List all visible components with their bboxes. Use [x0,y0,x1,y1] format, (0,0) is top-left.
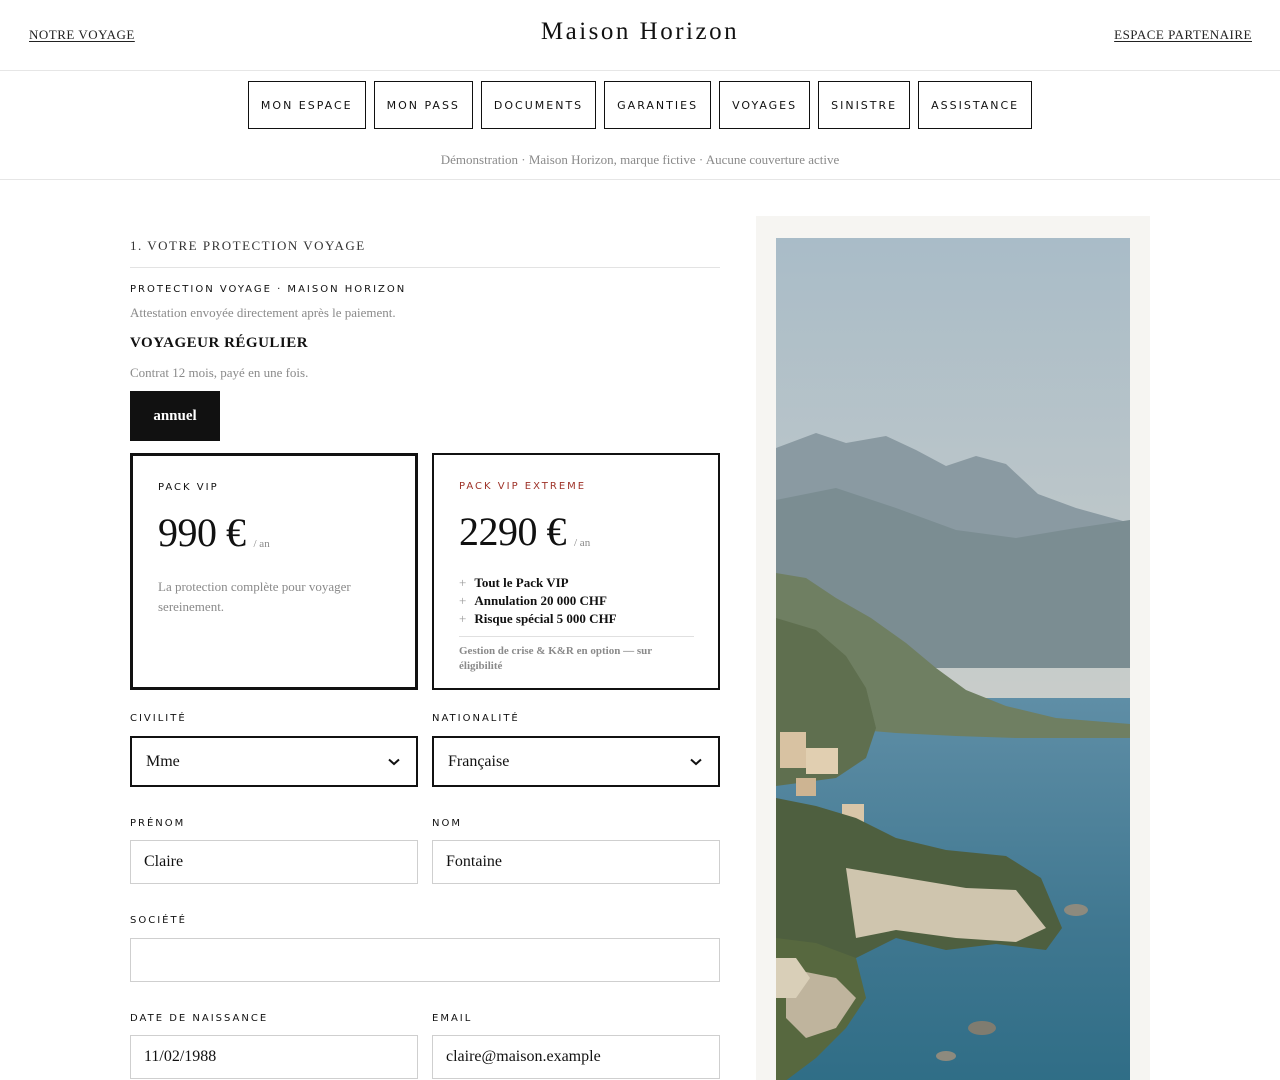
pack-vip-extreme-card[interactable]: PACK VIP EXTREME 2290 € / an + Tout le Pa… [432,453,720,690]
civilite-label: CIVILITÉ [130,713,187,724]
card-divider [459,636,694,637]
feature-text: Annulation 20 000 CHF [474,593,607,608]
plan-description: Contrat 12 mois, payé en une fois. [130,365,309,380]
section-divider [130,267,720,268]
plus-icon: + [459,593,467,608]
plus-icon: + [459,611,467,626]
main-nav: MON ESPACE MON PASS DOCUMENTS GARANTIES … [0,81,1280,129]
societe-input[interactable] [130,938,720,982]
pack-vip-extreme-note: Gestion de crise & K&R en option — sur é… [459,645,652,672]
visual-panel [756,216,1150,1080]
pack-vip-label: PACK VIP [158,482,219,493]
tab-sinistre[interactable]: SINISTRE [818,81,911,129]
demo-notice: Démonstration · Maison Horizon, marque f… [440,152,840,167]
prenom-label: PRÉNOM [130,818,186,829]
pack-vip-extreme-period: / an [574,537,591,549]
brand-logo[interactable]: Maison Horizon [0,18,1280,46]
pack-vip-card[interactable]: PACK VIP 990 € / an La protection complè… [130,453,418,690]
feature-item: + Tout le Pack VIP [459,574,694,592]
feature-text: Risque spécial 5 000 CHF [474,611,617,626]
email-label: EMAIL [432,1013,473,1024]
tab-voyages[interactable]: VOYAGES [719,81,811,129]
nationalite-select[interactable]: Française [432,736,720,787]
tab-assistance[interactable]: ASSISTANCE [918,81,1033,129]
coastline-photo [776,238,1130,1080]
civilite-select[interactable]: Mme [130,736,418,787]
date-naissance-input[interactable] [130,1035,418,1079]
billing-annual-button[interactable]: annuel [130,391,220,441]
feature-list: + Tout le Pack VIP + Annulation 20 000 CHF… [459,574,694,628]
tab-documents[interactable]: DOCUMENTS [480,81,597,129]
feature-item: + Annulation 20 000 CHF [459,592,694,610]
pack-vip-extreme-price-row: 2290 € / an [459,506,694,552]
coastline-illustration [776,238,1130,1080]
pack-vip-price-row: 990 € / an [158,507,391,553]
plan-name: VOYAGEUR RÉGULIER [130,335,309,351]
plus-icon: + [459,575,467,590]
tab-mon-espace[interactable]: MON ESPACE [247,81,366,129]
tab-garanties[interactable]: GARANTIES [604,81,712,129]
pack-vip-extreme-price: 2290 € [459,509,567,554]
date-naissance-label: DATE DE NAISSANCE [130,1013,269,1024]
feature-text: Tout le Pack VIP [474,575,569,590]
chevron-down-icon [388,758,400,765]
pack-vip-period: / an [253,538,270,550]
prenom-input[interactable] [130,840,418,884]
notice-divider [0,179,1280,180]
pack-vip-description: La protection complète pour voyager sere… [158,579,351,614]
product-eyebrow: PROTECTION VOYAGE · MAISON HORIZON [130,284,407,295]
section-title: 1. VOTRE PROTECTION VOYAGE [130,238,366,253]
nationalite-label: NATIONALITÉ [432,713,520,724]
tab-mon-pass[interactable]: MON PASS [373,81,473,129]
top-bar: NOTRE VOYAGE Maison Horizon ESPACE PARTE… [0,0,1280,71]
chevron-down-icon [690,758,702,765]
attestation-text: Attestation envoyée directement après le… [130,305,396,320]
pack-vip-price: 990 € [158,510,246,555]
nom-label: NOM [432,818,462,829]
nationalite-value: Française [448,752,510,770]
pack-vip-extreme-label: PACK VIP EXTREME [459,481,587,492]
civilite-value: Mme [146,752,180,770]
nom-input[interactable] [432,840,720,884]
societe-label: SOCIÉTÉ [130,915,187,926]
espace-partenaire-link[interactable]: ESPACE PARTENAIRE [1114,27,1252,43]
email-input[interactable] [432,1035,720,1079]
feature-item: + Risque spécial 5 000 CHF [459,610,694,628]
